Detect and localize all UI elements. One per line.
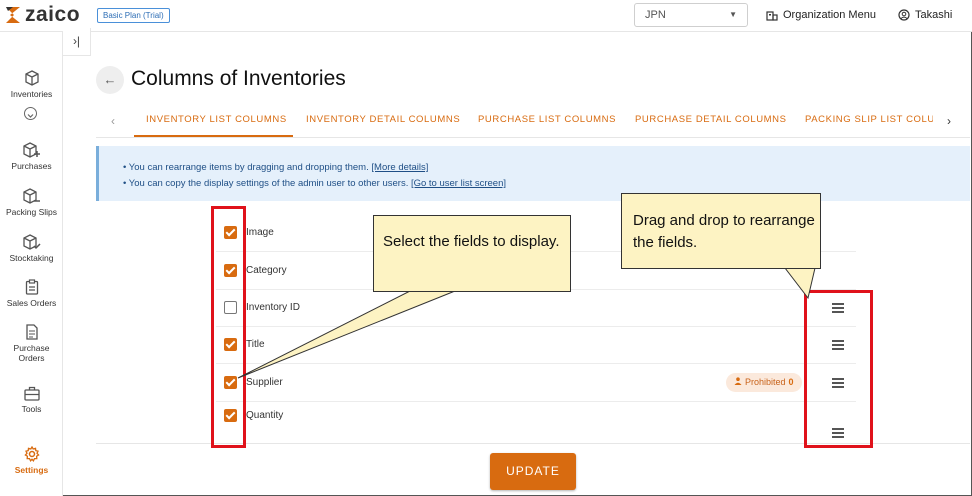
select-fields-callout: Select the fields to display.: [373, 215, 571, 292]
drag-drop-callout: Drag and drop to rearrange the fields.: [621, 193, 821, 269]
select-callout-text: Select the fields to display.: [383, 233, 560, 250]
drag-callout-text: Drag and drop to rearrange the fields.: [633, 212, 815, 251]
